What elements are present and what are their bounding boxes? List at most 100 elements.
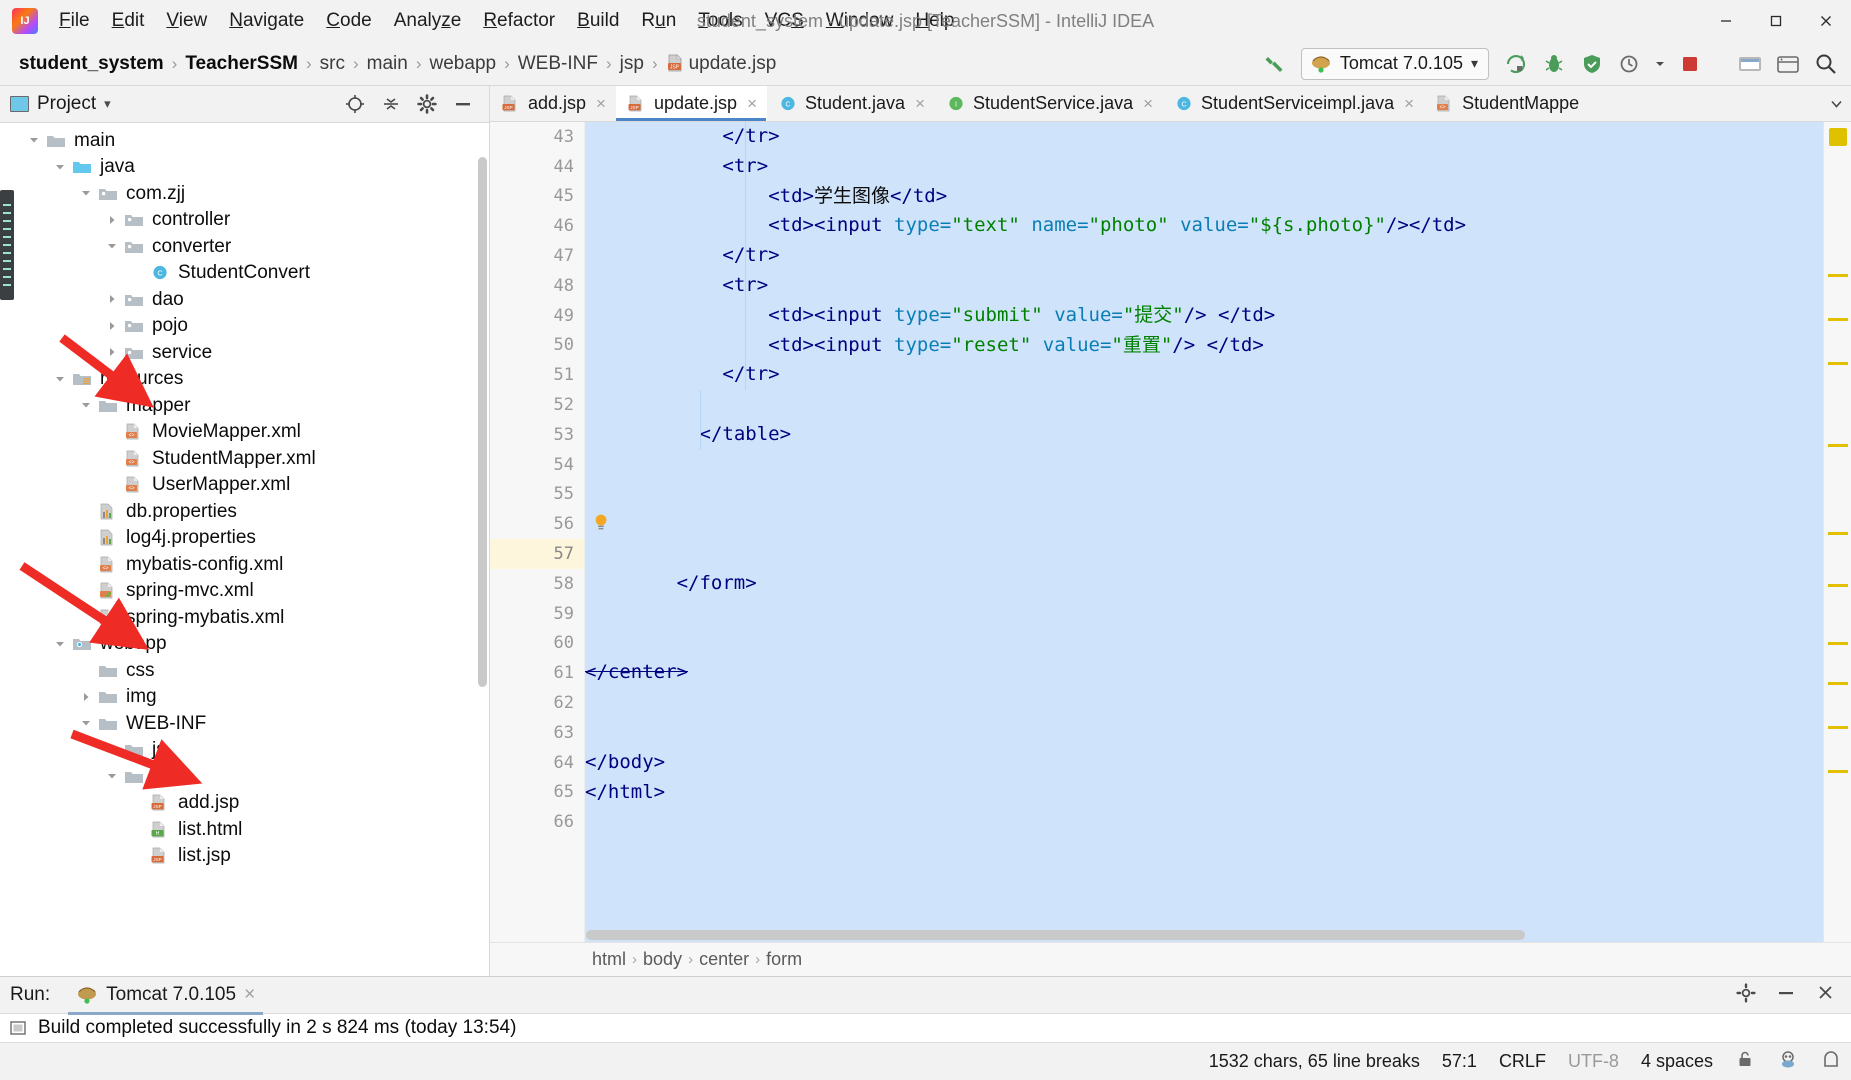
chevron-right-icon[interactable] xyxy=(104,344,120,360)
nav-crumb-webapp[interactable]: webapp xyxy=(425,51,502,77)
chevron-down-icon[interactable] xyxy=(78,715,94,731)
status-encoding[interactable]: UTF-8 xyxy=(1568,1051,1619,1072)
tree-node-java[interactable]: java xyxy=(0,154,489,181)
tree-node-jsp[interactable]: jsp xyxy=(0,763,489,790)
nav-crumb-teacherssm[interactable]: TeacherSSM xyxy=(180,51,303,77)
collapse-all-button[interactable] xyxy=(379,92,403,116)
tree-node-mapper[interactable]: mapper xyxy=(0,392,489,419)
run-configuration-selector[interactable]: Tomcat 7.0.105 ▾ xyxy=(1300,47,1489,80)
nav-crumb-jsp[interactable]: jsp xyxy=(615,51,649,77)
status-indent[interactable]: 4 spaces xyxy=(1641,1051,1713,1072)
marker-warning[interactable] xyxy=(1828,770,1848,773)
tree-node-webapp[interactable]: webapp xyxy=(0,631,489,658)
gutter-line-46[interactable]: 46 xyxy=(490,211,584,241)
debug-button[interactable] xyxy=(1537,47,1571,81)
gutter-line-44[interactable]: 44 xyxy=(490,152,596,182)
tree-node-controller[interactable]: controller xyxy=(0,207,489,234)
chevron-down-icon[interactable] xyxy=(1651,47,1669,81)
lightbulb-icon[interactable] xyxy=(593,513,609,533)
gutter-line-60[interactable]: 60 xyxy=(490,629,584,659)
update-app-button[interactable] xyxy=(1733,47,1767,81)
marker-summary-icon[interactable] xyxy=(1829,128,1847,146)
editor-tab-update-jsp[interactable]: JSP update.jsp × xyxy=(615,86,767,121)
build-hammer-button[interactable] xyxy=(1257,47,1291,81)
run-coverage-button[interactable] xyxy=(1575,47,1609,81)
gutter-line-48[interactable]: 48 xyxy=(490,271,596,301)
tree-node-img[interactable]: img xyxy=(0,684,489,711)
chevron-down-icon[interactable] xyxy=(52,371,68,387)
tree-node-main[interactable]: main xyxy=(0,127,489,154)
marker-warning[interactable] xyxy=(1828,682,1848,685)
minimize-button[interactable] xyxy=(1701,0,1751,42)
editor-tab-add-jsp[interactable]: JSP add.jsp × xyxy=(490,86,616,121)
editor-horizontal-scrollbar[interactable] xyxy=(586,930,1821,940)
chevron-down-icon[interactable] xyxy=(52,636,68,652)
tree-node-usermapper-xml[interactable]: <> UserMapper.xml xyxy=(0,472,489,499)
gutter-line-47[interactable]: 47 xyxy=(490,241,596,271)
run-tab-tomcat[interactable]: Tomcat 7.0.105 × xyxy=(68,980,264,1015)
menu-run[interactable]: Run xyxy=(630,6,687,36)
run-button[interactable] xyxy=(1499,47,1533,81)
gutter-line-49[interactable]: 49 xyxy=(490,301,584,331)
tree-node-list-html[interactable]: Hlist.html xyxy=(0,816,489,843)
menu-navigate[interactable]: Navigate xyxy=(218,6,315,36)
tree-node-css[interactable]: css xyxy=(0,657,489,684)
close-button[interactable] xyxy=(1801,0,1851,42)
chevron-down-icon[interactable]: ▾ xyxy=(104,96,111,112)
chevron-right-icon[interactable] xyxy=(104,318,120,334)
run-panel-gear-icon[interactable] xyxy=(1735,982,1757,1009)
gutter-line-64[interactable]: 64 xyxy=(490,748,584,778)
gutter-line-61[interactable]: 61 xyxy=(490,658,596,688)
project-panel-title[interactable]: Project ▾ xyxy=(10,93,111,115)
chevron-down-icon[interactable] xyxy=(78,397,94,413)
code-editor[interactable]: </tr> <tr> <td>学生图像</td> <td><input type="t… xyxy=(585,122,1823,942)
stop-button[interactable] xyxy=(1673,47,1707,81)
close-icon[interactable]: × xyxy=(915,94,925,114)
tree-node-add-jsp[interactable]: JSP add.jsp xyxy=(0,790,489,817)
menu-refactor[interactable]: Refactor xyxy=(472,6,566,36)
chevron-down-icon[interactable] xyxy=(78,185,94,201)
open-in-browser-button[interactable] xyxy=(1771,47,1805,81)
marker-gutter[interactable] xyxy=(1823,122,1851,942)
menu-help[interactable]: Help xyxy=(904,6,965,36)
editor-tabs-overflow-button[interactable] xyxy=(1821,86,1851,121)
marker-warning[interactable] xyxy=(1828,532,1848,535)
editor-gutter[interactable]: 43 44 45 46 47 48 49 50 51 52 53 54 55 56 57 58 59 60 61 62… xyxy=(490,122,596,942)
gutter-line-54[interactable]: 54 xyxy=(490,450,584,480)
marker-warning[interactable] xyxy=(1828,584,1848,587)
tree-node-resources[interactable]: resources xyxy=(0,366,489,393)
tree-node-web-inf[interactable]: WEB-INF xyxy=(0,710,489,737)
marker-warning[interactable] xyxy=(1828,726,1848,729)
close-icon[interactable]: × xyxy=(596,94,606,114)
nav-crumb-update-jsp[interactable]: JSP update.jsp xyxy=(661,51,782,77)
gutter-line-55[interactable]: 55 xyxy=(490,480,584,510)
nav-crumb-main[interactable]: main xyxy=(362,51,413,77)
gutter-line-50[interactable]: 50 xyxy=(490,331,584,361)
marker-warning[interactable] xyxy=(1828,444,1848,447)
menu-analyze[interactable]: Analyze xyxy=(383,6,473,36)
menu-edit[interactable]: Edit xyxy=(101,6,156,36)
tree-node-pojo[interactable]: pojo xyxy=(0,313,489,340)
gutter-line-52[interactable]: 52 xyxy=(490,390,584,420)
editor-breadcrumb-center[interactable]: center xyxy=(693,949,755,970)
gutter-line-66[interactable]: 66 xyxy=(490,807,584,837)
menu-build[interactable]: Build xyxy=(566,6,630,36)
chevron-down-icon[interactable] xyxy=(104,768,120,784)
menu-tools[interactable]: Tools xyxy=(687,6,753,36)
marker-warning[interactable] xyxy=(1828,274,1848,277)
tree-node-converter[interactable]: converter xyxy=(0,233,489,260)
menu-view[interactable]: View xyxy=(155,6,218,36)
tree-node-moviemapper-xml[interactable]: <> MovieMapper.xml xyxy=(0,419,489,446)
chevron-right-icon[interactable] xyxy=(104,212,120,228)
chevron-down-icon[interactable] xyxy=(52,159,68,175)
tree-node-js[interactable]: js xyxy=(0,737,489,764)
menu-code[interactable]: Code xyxy=(315,6,382,36)
select-opened-file-button[interactable] xyxy=(343,92,367,116)
profiler-button[interactable] xyxy=(1613,47,1647,81)
project-tree-scrollbar[interactable] xyxy=(478,157,487,687)
close-icon[interactable]: × xyxy=(747,94,757,114)
tree-node-db-properties[interactable]: db.properties xyxy=(0,498,489,525)
gutter-line-56[interactable]: 56 xyxy=(490,509,584,539)
gutter-line-43[interactable]: 43 xyxy=(490,122,596,152)
unlock-icon[interactable] xyxy=(1735,1049,1755,1074)
